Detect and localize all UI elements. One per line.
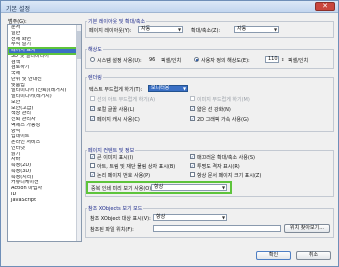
ref-targets-value: 항상 — [156, 214, 166, 220]
system-resolution-label: 시스템 설정 사용(U): — [97, 58, 142, 64]
smooth-text-label: 텍스트 부드럽게 하기(T): — [89, 87, 143, 93]
close-icon[interactable]: ✕ — [315, 2, 335, 11]
smooth-images-checkbox[interactable] — [190, 96, 195, 101]
transparency-grid-label: 투명도 격자 표시(R) — [197, 164, 240, 170]
zoom-select[interactable]: 자동 ▼ — [234, 26, 279, 33]
scrollbar-thumb[interactable] — [76, 31, 81, 59]
zoom-value: 자동 — [237, 26, 247, 32]
accel-2d-checkbox[interactable]: ✓ — [190, 116, 195, 121]
chevron-down-icon: ▼ — [177, 27, 182, 32]
ref-xobjects-section — [85, 208, 334, 238]
transparency-grid-checkbox[interactable]: ✓ — [190, 163, 195, 168]
browse-location-button[interactable]: 위치 찾아보기... — [284, 224, 330, 233]
cancel-button[interactable]: 취소 — [296, 251, 331, 260]
thin-lines-label: 얇은 선 강화(N) — [197, 107, 231, 113]
smooth-lineart-label: 선의 아트 부드럽게 하기(A) — [97, 97, 156, 103]
logical-order-checkbox[interactable]: ✓ — [90, 172, 95, 177]
overprint-select[interactable]: 항상 ▼ — [151, 184, 227, 191]
categories-list[interactable]: 문서 일반 전체 화면 주석 달기 페이지 표시 3D 및 멀티미디어 검색 검토하기 국제 단위… — [7, 24, 82, 242]
title-bar: 기본 설정 ✕ — [1, 1, 338, 13]
ok-button[interactable]: 확인 — [256, 251, 291, 260]
smooth-text-value: 모니터용 — [151, 85, 170, 91]
overprint-value: 항상 — [154, 184, 164, 190]
logical-order-label: 논리 페이지 번호 사용(P) — [97, 173, 151, 179]
large-images-checkbox[interactable]: ✓ — [90, 154, 95, 159]
chevron-down-icon: ▼ — [221, 185, 226, 190]
overprint-label: 중복 인쇄 미리 보기 사용(O): — [91, 186, 153, 192]
custom-resolution-radio[interactable] — [194, 57, 199, 62]
local-fonts-label: 로컬 글꼴 사용(L) — [97, 107, 135, 113]
page-content-title: 페이지 컨텐트 및 정보 — [87, 147, 136, 154]
custom-resolution-unit: 픽셀/인치 — [288, 58, 309, 64]
system-resolution-unit: 픽셀/인치 — [161, 58, 182, 64]
accel-2d-label: 2D 그래픽 가속 사용(G) — [197, 117, 249, 123]
categories-scrollbar[interactable] — [76, 25, 81, 241]
custom-resolution-input[interactable]: 110 — [265, 56, 279, 63]
page-layout-value: 자동 — [141, 26, 151, 32]
art-boxes-checkbox[interactable] — [90, 163, 95, 168]
category-item[interactable]: JavaScript — [8, 198, 81, 204]
smooth-text-select[interactable]: 모니터용 ▼ — [148, 85, 188, 92]
rendering-title: 렌더링 — [87, 74, 103, 81]
page-cache-checkbox[interactable]: ✓ — [90, 116, 95, 121]
smooth-zoom-checkbox[interactable]: ✓ — [190, 154, 195, 159]
ref-location-input[interactable] — [153, 225, 281, 232]
local-fonts-checkbox[interactable]: ✓ — [90, 106, 95, 111]
system-resolution-radio[interactable] — [90, 57, 95, 62]
resolution-title: 해상도 — [87, 46, 103, 53]
chevron-down-icon: ▼ — [273, 27, 278, 32]
custom-resolution-value: 110 — [268, 56, 278, 62]
page-layout-label: 페이지 레이아웃(Y): — [89, 28, 132, 34]
default-layout-title: 기본 레이아웃 및 확대/축소 — [87, 18, 147, 25]
ref-targets-label: 참조 XObject 대상 표시(V): — [90, 216, 151, 222]
page-layout-select[interactable]: 자동 ▼ — [138, 26, 183, 33]
large-images-label: 큰 이미지 표시(I) — [97, 155, 134, 161]
smooth-images-label: 이미지 부드럽게 하기(M) — [197, 97, 250, 103]
art-boxes-label: 아트, 트림 및 재단 물림 상자 표시(B) — [97, 164, 176, 170]
page-cache-label: 페이지 캐시 사용(C) — [97, 117, 140, 123]
system-resolution-value: 96 — [149, 57, 156, 63]
ref-location-label: 참조된 파일 위치(F): — [90, 227, 134, 233]
custom-resolution-label: 사용자 정의 해상도(E): — [201, 58, 250, 64]
zoom-label: 확대/축소(Z): — [191, 28, 221, 34]
chevron-down-icon: ▼ — [182, 86, 187, 91]
window-title: 기본 설정 — [6, 6, 30, 13]
preferences-dialog: 기본 설정 ✕ 범주(G): 문서 일반 전체 화면 주석 달기 페이지 표시 3D 및 … — [0, 0, 339, 267]
chevron-down-icon: ▼ — [221, 215, 226, 220]
stepper-icon[interactable]: ⇕ — [281, 57, 284, 62]
smooth-zoom-label: 매끄러운 확대/축소 사용(S) — [197, 155, 255, 161]
thin-lines-checkbox[interactable]: ✓ — [190, 106, 195, 111]
smooth-lineart-checkbox[interactable] — [90, 96, 95, 101]
ref-xobjects-title: 참조 XObjects 보기 모드 — [87, 205, 144, 212]
doc-size-label: 항상 문서 페이지 크기 표시(Z) — [197, 173, 262, 179]
ref-targets-select[interactable]: 항상 ▼ — [153, 214, 227, 221]
doc-size-checkbox[interactable] — [190, 172, 195, 177]
